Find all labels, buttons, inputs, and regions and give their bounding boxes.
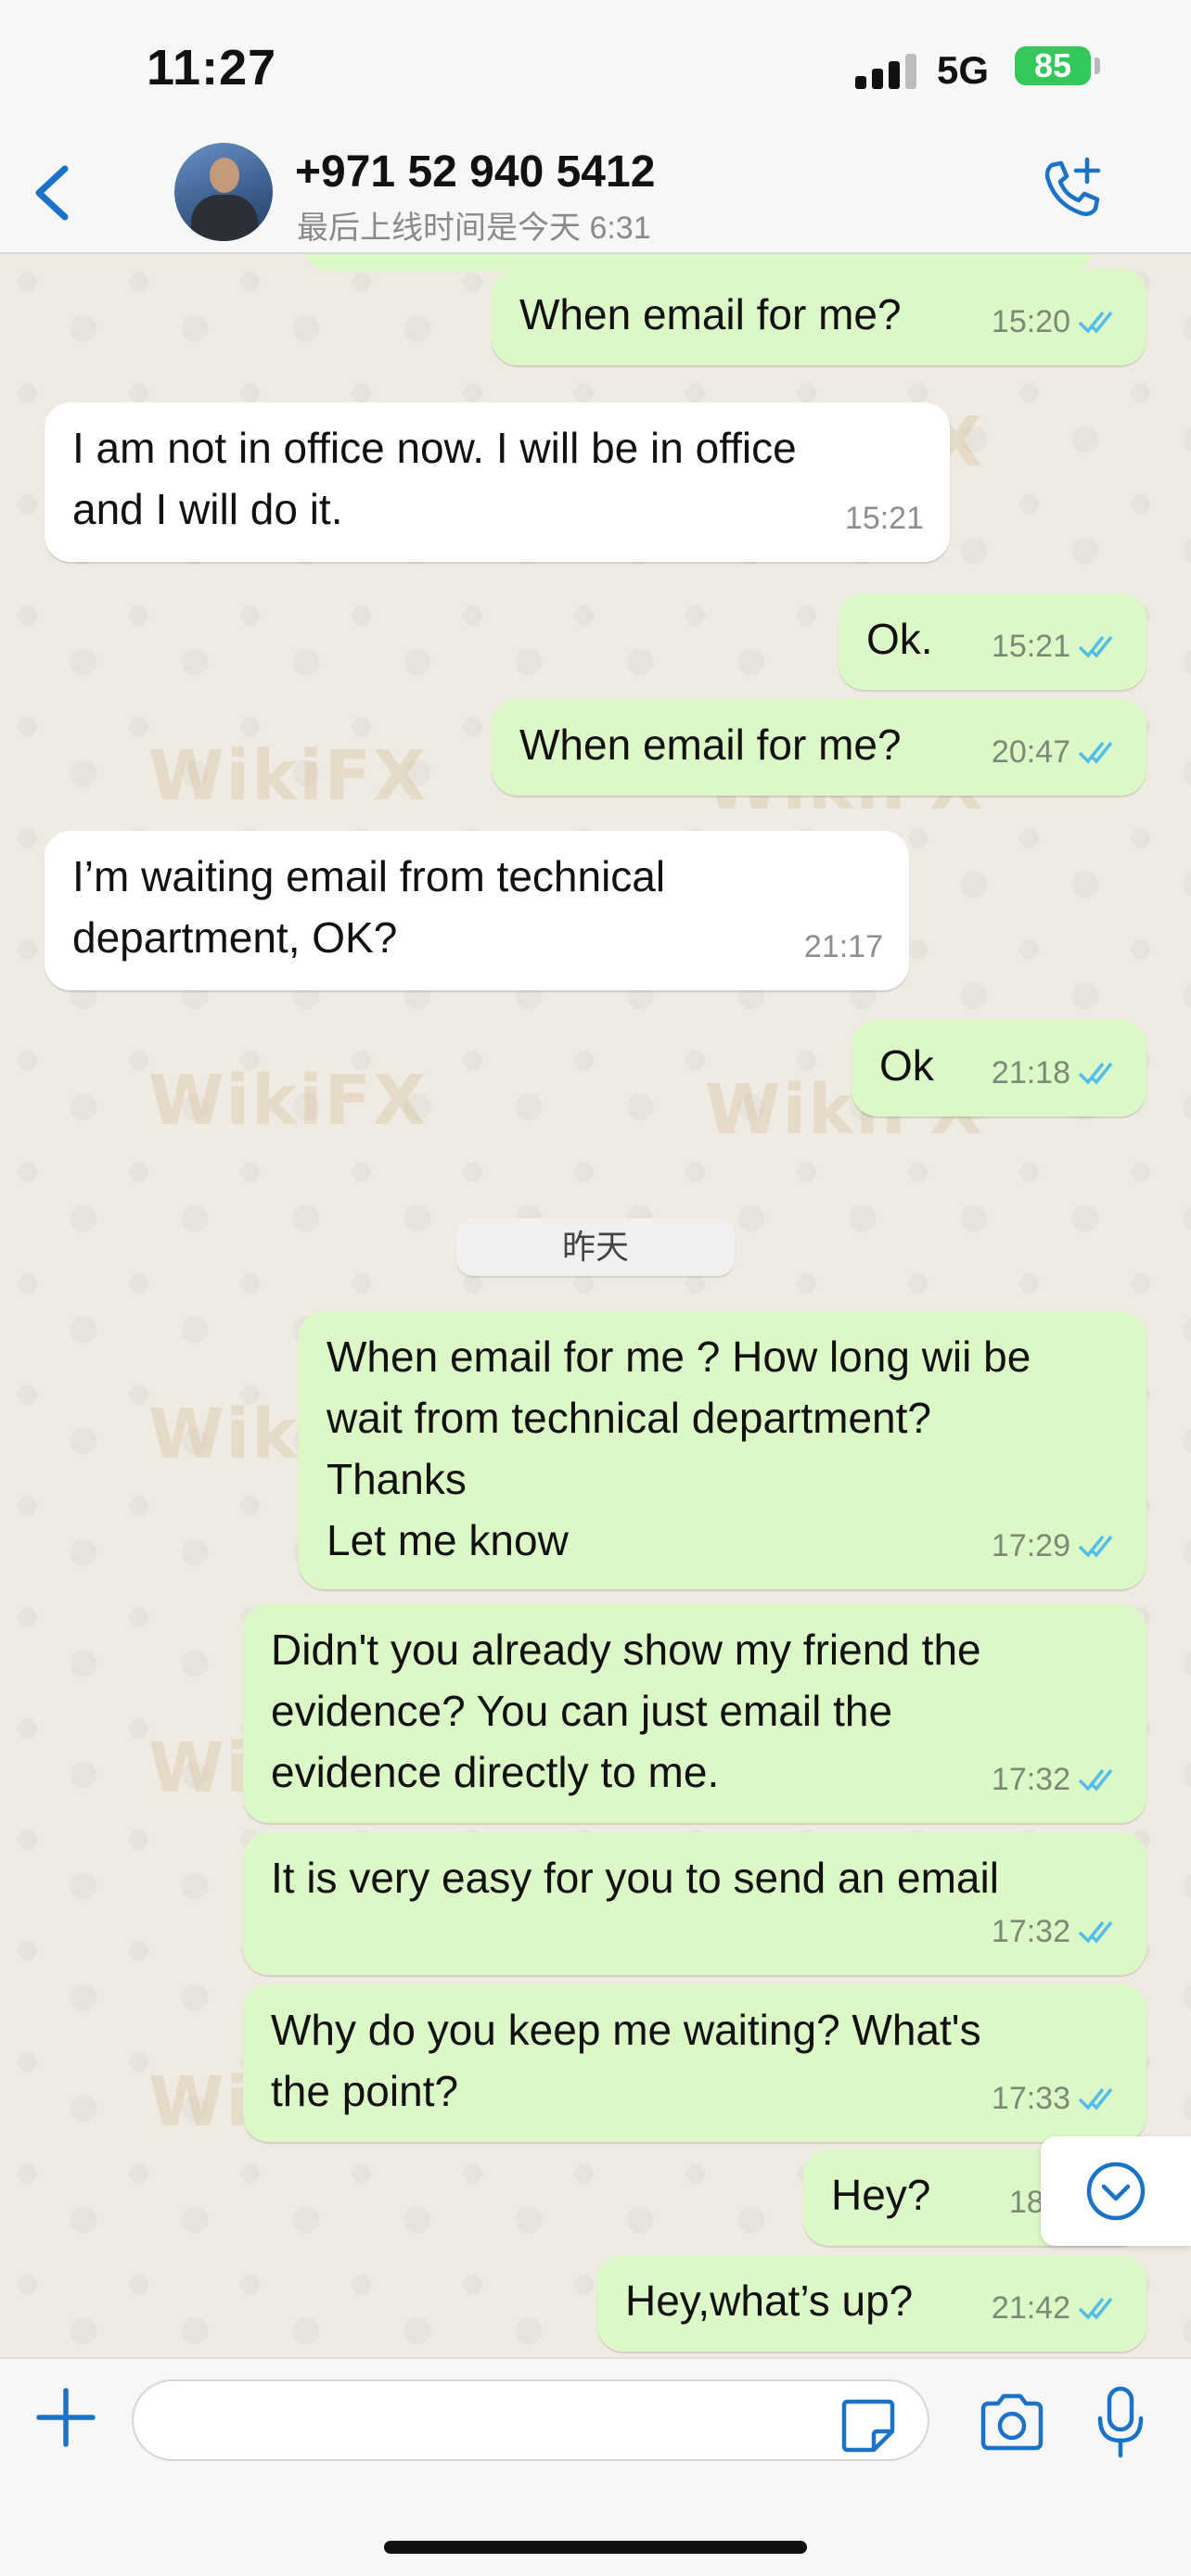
- last-seen-status: 最后上线时间是今天 6:31: [297, 210, 651, 246]
- microphone-icon[interactable]: [1095, 2385, 1146, 2459]
- message-composer: [0, 2357, 1191, 2576]
- read-receipt-icon: [1078, 2087, 1113, 2111]
- message-bubble-outgoing[interactable]: When email for me? 15:20: [492, 269, 1146, 365]
- phone-plus-icon[interactable]: [1039, 156, 1106, 223]
- message-bubble-outgoing[interactable]: Hey,what’s up? 21:42: [597, 2255, 1146, 2352]
- battery-tip: [1095, 57, 1100, 74]
- read-receipt-icon: [1078, 741, 1113, 764]
- message-bubble-outgoing[interactable]: Ok. 15:21: [839, 593, 1146, 690]
- watermark: WikiFX: [148, 736, 429, 816]
- status-bar: 11:27 5G 85: [0, 0, 1191, 130]
- message-time: 17:32: [991, 1914, 1070, 1949]
- battery-icon: 85: [1015, 46, 1091, 85]
- read-receipt-icon: [1078, 311, 1113, 334]
- message-time: 20:47: [991, 734, 1070, 770]
- message-time: 15:21: [844, 501, 924, 536]
- contact-name[interactable]: +971 52 940 5412: [295, 147, 655, 198]
- read-receipt-icon: [1078, 635, 1113, 658]
- read-receipt-icon: [1078, 2297, 1113, 2320]
- chat-messages[interactable]: WikiFX WikiFX WikiFX WikiFX WikiFX WikiF…: [0, 254, 1191, 2357]
- network-type: 5G: [937, 48, 990, 92]
- message-time: 15:21: [991, 629, 1070, 664]
- message-bubble-outgoing[interactable]: Why do you keep me waiting? What's the p…: [243, 1984, 1146, 2142]
- camera-icon[interactable]: [978, 2391, 1046, 2455]
- avatar[interactable]: [174, 143, 273, 241]
- message-bubble-outgoing[interactable]: It is very easy for you to send an email…: [243, 1832, 1146, 1975]
- home-indicator: [384, 2541, 807, 2554]
- message-time: 17:29: [991, 1528, 1070, 1563]
- cellular-signal-icon: [855, 52, 920, 89]
- message-time: 21:42: [991, 2290, 1070, 2326]
- watermark: WikiFX: [148, 1061, 429, 1141]
- message-time: 17:33: [991, 2081, 1070, 2116]
- message-time: 21:18: [991, 1055, 1070, 1090]
- message-bubble-outgoing[interactable]: When email for me? 20:47: [492, 699, 1146, 796]
- message-bubble-outgoing[interactable]: When email for me ? How long wii be wait…: [299, 1311, 1146, 1589]
- read-receipt-icon: [1078, 1062, 1113, 1085]
- message-time: 17:32: [991, 1762, 1070, 1797]
- message-text: I’m waiting email from technical departm…: [72, 852, 666, 962]
- message-input[interactable]: [132, 2379, 929, 2461]
- read-receipt-icon: [1078, 1768, 1113, 1792]
- message-bubble-incoming[interactable]: I’m waiting email from technical departm…: [45, 831, 909, 990]
- message-text: I am not in office now. I will be in off…: [72, 424, 797, 533]
- day-separator: 昨天: [456, 1218, 735, 1276]
- message-bubble-incoming[interactable]: I am not in office now. I will be in off…: [45, 402, 950, 562]
- message-time: 21:17: [803, 929, 883, 964]
- chat-header: +971 52 940 5412 最后上线时间是今天 6:31: [0, 130, 1191, 254]
- message-bubble-outgoing[interactable]: Didn't you already show my friend the ev…: [243, 1604, 1146, 1823]
- message-text: It is very easy for you to send an email: [271, 1854, 999, 1902]
- message-time: 15:20: [991, 304, 1070, 339]
- sticker-icon[interactable]: [839, 2396, 898, 2455]
- plus-icon[interactable]: [33, 2385, 98, 2450]
- chevron-down-circle-icon: [1086, 2162, 1146, 2221]
- message-bubble-outgoing[interactable]: Ok 21:18: [852, 1020, 1146, 1116]
- status-time: 11:27: [147, 40, 277, 96]
- read-receipt-icon: [1078, 1920, 1113, 1944]
- read-receipt-icon: [1078, 1535, 1113, 1558]
- chevron-left-icon[interactable]: [32, 163, 72, 223]
- scroll-to-bottom-button[interactable]: [1041, 2136, 1191, 2246]
